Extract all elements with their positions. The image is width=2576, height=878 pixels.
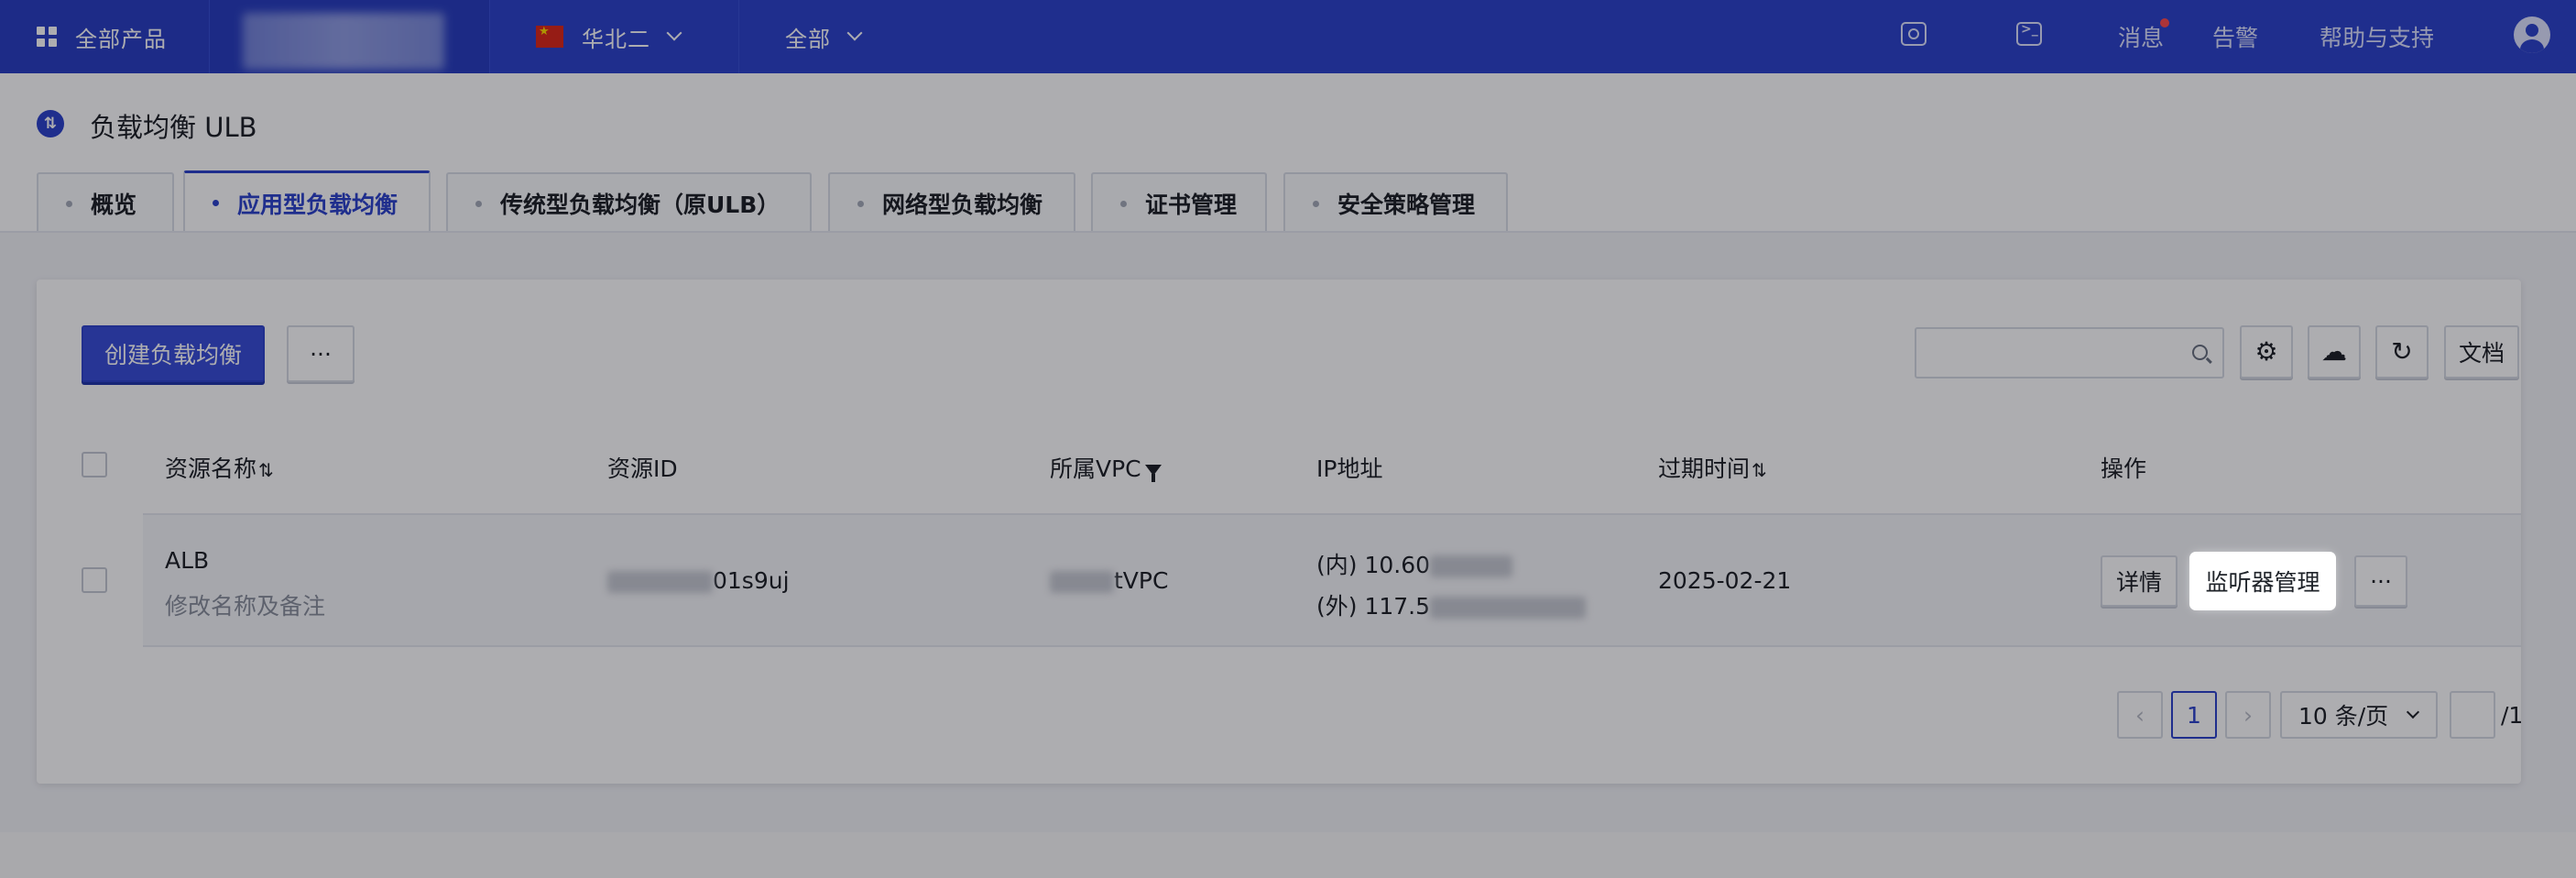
chevron-down-icon <box>2407 705 2420 719</box>
tab-label: 应用型负载均衡 <box>237 191 398 218</box>
redacted-text <box>1430 597 1587 619</box>
download-button[interactable]: ☁ <box>2308 325 2361 379</box>
search-input[interactable] <box>1915 327 2224 379</box>
page-size-select[interactable]: 10 条/页 <box>2280 691 2438 739</box>
vpc-name-suffix: tVPC <box>1114 567 1169 594</box>
filter-icon[interactable] <box>1144 465 1162 482</box>
tab-dot-icon <box>66 200 72 207</box>
region-label: 华北二 <box>582 26 650 52</box>
tab-dot-icon <box>1313 200 1319 207</box>
column-header-id: 资源ID <box>607 455 678 482</box>
tab-certificate-management[interactable]: 证书管理 <box>1091 172 1267 233</box>
tab-dot-icon <box>475 200 482 207</box>
page-title: 负载均衡 ULB <box>90 112 257 143</box>
project-label: 全部 <box>785 26 831 52</box>
user-avatar-icon[interactable] <box>2514 16 2550 53</box>
tab-label: 证书管理 <box>1145 192 1238 218</box>
tab-label: 传统型负载均衡（原ULB） <box>500 192 780 218</box>
edit-name-remark-link[interactable]: 修改名称及备注 <box>165 588 325 621</box>
column-header-expire[interactable]: 过期时间 ⇅ <box>1658 451 1767 484</box>
tab-label: 概览 <box>91 192 137 218</box>
all-products-label: 全部产品 <box>75 26 167 52</box>
cloud-download-icon: ☁ <box>2321 336 2347 367</box>
page-1-button[interactable]: 1 <box>2171 691 2217 739</box>
tab-classic-load-balancer[interactable]: 传统型负载均衡（原ULB） <box>446 172 812 233</box>
help-support-link[interactable]: 帮助与支持 <box>2319 20 2434 53</box>
account-name-redacted <box>243 13 444 70</box>
tab-label: 安全策略管理 <box>1337 192 1476 218</box>
notification-dot <box>2160 18 2169 27</box>
china-flag-icon <box>536 25 563 48</box>
detail-button[interactable]: 详情 <box>2101 555 2178 607</box>
chevron-down-icon <box>846 25 863 41</box>
resource-id[interactable]: 01s9uj <box>607 567 790 594</box>
row-more-button[interactable]: ··· <box>2354 555 2407 607</box>
column-header-ip: IP地址 <box>1316 455 1383 482</box>
redacted-text <box>1050 571 1114 593</box>
column-name-label: 资源名称 <box>165 455 257 482</box>
column-header-name[interactable]: 资源名称 ⇅ <box>165 451 274 484</box>
gear-icon: ⚙ <box>2254 336 2278 367</box>
row-checkbox[interactable] <box>82 567 107 593</box>
column-header-actions: 操作 <box>2101 455 2147 482</box>
page-jump-input[interactable] <box>2450 691 2495 739</box>
region-selector[interactable]: 华北二 <box>489 0 738 73</box>
prev-page-button[interactable]: ‹ <box>2117 691 2163 739</box>
refresh-button[interactable]: ↻ <box>2375 325 2429 379</box>
grid-icon <box>37 27 57 47</box>
tab-label: 网络型负载均衡 <box>882 192 1043 218</box>
sort-icon[interactable]: ⇅ <box>1752 459 1767 481</box>
tab-security-policy-management[interactable]: 安全策略管理 <box>1283 172 1508 233</box>
select-all-checkbox[interactable] <box>82 452 107 477</box>
tab-dot-icon <box>857 200 864 207</box>
search-icon <box>2192 345 2208 360</box>
listener-management-button[interactable]: 监听器管理 <box>2193 555 2332 607</box>
tab-dot-icon <box>1120 200 1127 207</box>
ip-outer: (外) 117.5 <box>1316 588 1587 621</box>
page-header: ⇅ 负载均衡 ULB 概览 应用型负载均衡 传统型负载均衡（原ULB） 网络型负… <box>0 73 2576 233</box>
all-products-menu[interactable]: 全部产品 <box>0 0 209 73</box>
ip-outer-text: (外) 117.5 <box>1316 593 1431 620</box>
load-balancer-icon: ⇅ <box>37 110 64 137</box>
search-icon[interactable] <box>1901 22 1927 46</box>
sort-icon[interactable]: ⇅ <box>258 459 274 481</box>
next-page-button[interactable]: › <box>2225 691 2271 739</box>
column-header-vpc[interactable]: 所属VPC <box>1050 451 1162 484</box>
terminal-icon[interactable] <box>2016 22 2042 46</box>
redacted-text <box>607 571 713 593</box>
ip-inner: (内) 10.60 <box>1316 547 1513 580</box>
tab-dot-icon <box>213 200 219 206</box>
project-selector[interactable]: 全部 <box>738 0 922 73</box>
settings-button[interactable]: ⚙ <box>2240 325 2293 379</box>
vpc-name[interactable]: tVPC <box>1050 567 1168 594</box>
tab-application-load-balancer[interactable]: 应用型负载均衡 <box>183 170 431 233</box>
tab-network-load-balancer[interactable]: 网络型负载均衡 <box>828 172 1075 233</box>
refresh-icon: ↻ <box>2391 336 2413 367</box>
expire-date: 2025-02-21 <box>1658 567 1792 594</box>
create-load-balancer-button[interactable]: 创建负载均衡 <box>82 325 265 382</box>
resource-id-suffix: 01s9uj <box>713 567 790 594</box>
column-vpc-label: 所属VPC <box>1050 455 1141 482</box>
messages-link[interactable]: 消息 <box>2118 20 2164 53</box>
top-navigation-bar: 全部产品 华北二 全部 消息 告警 帮助与支持 <box>0 0 2576 73</box>
alerts-link[interactable]: 告警 <box>2212 20 2258 53</box>
page-size-label: 10 条/页 <box>2298 703 2389 730</box>
redacted-text <box>1430 555 1513 577</box>
chevron-down-icon <box>666 25 682 41</box>
tab-overview[interactable]: 概览 <box>37 172 174 233</box>
footer-background <box>0 832 2576 878</box>
ip-inner-text: (内) 10.60 <box>1316 552 1431 578</box>
account-selector[interactable] <box>209 0 489 73</box>
docs-button[interactable]: 文档 <box>2444 325 2519 379</box>
total-pages: /1 <box>2501 702 2524 729</box>
resource-name[interactable]: ALB <box>165 547 209 574</box>
column-expire-label: 过期时间 <box>1658 455 1751 482</box>
more-actions-button[interactable]: ··· <box>287 325 355 382</box>
